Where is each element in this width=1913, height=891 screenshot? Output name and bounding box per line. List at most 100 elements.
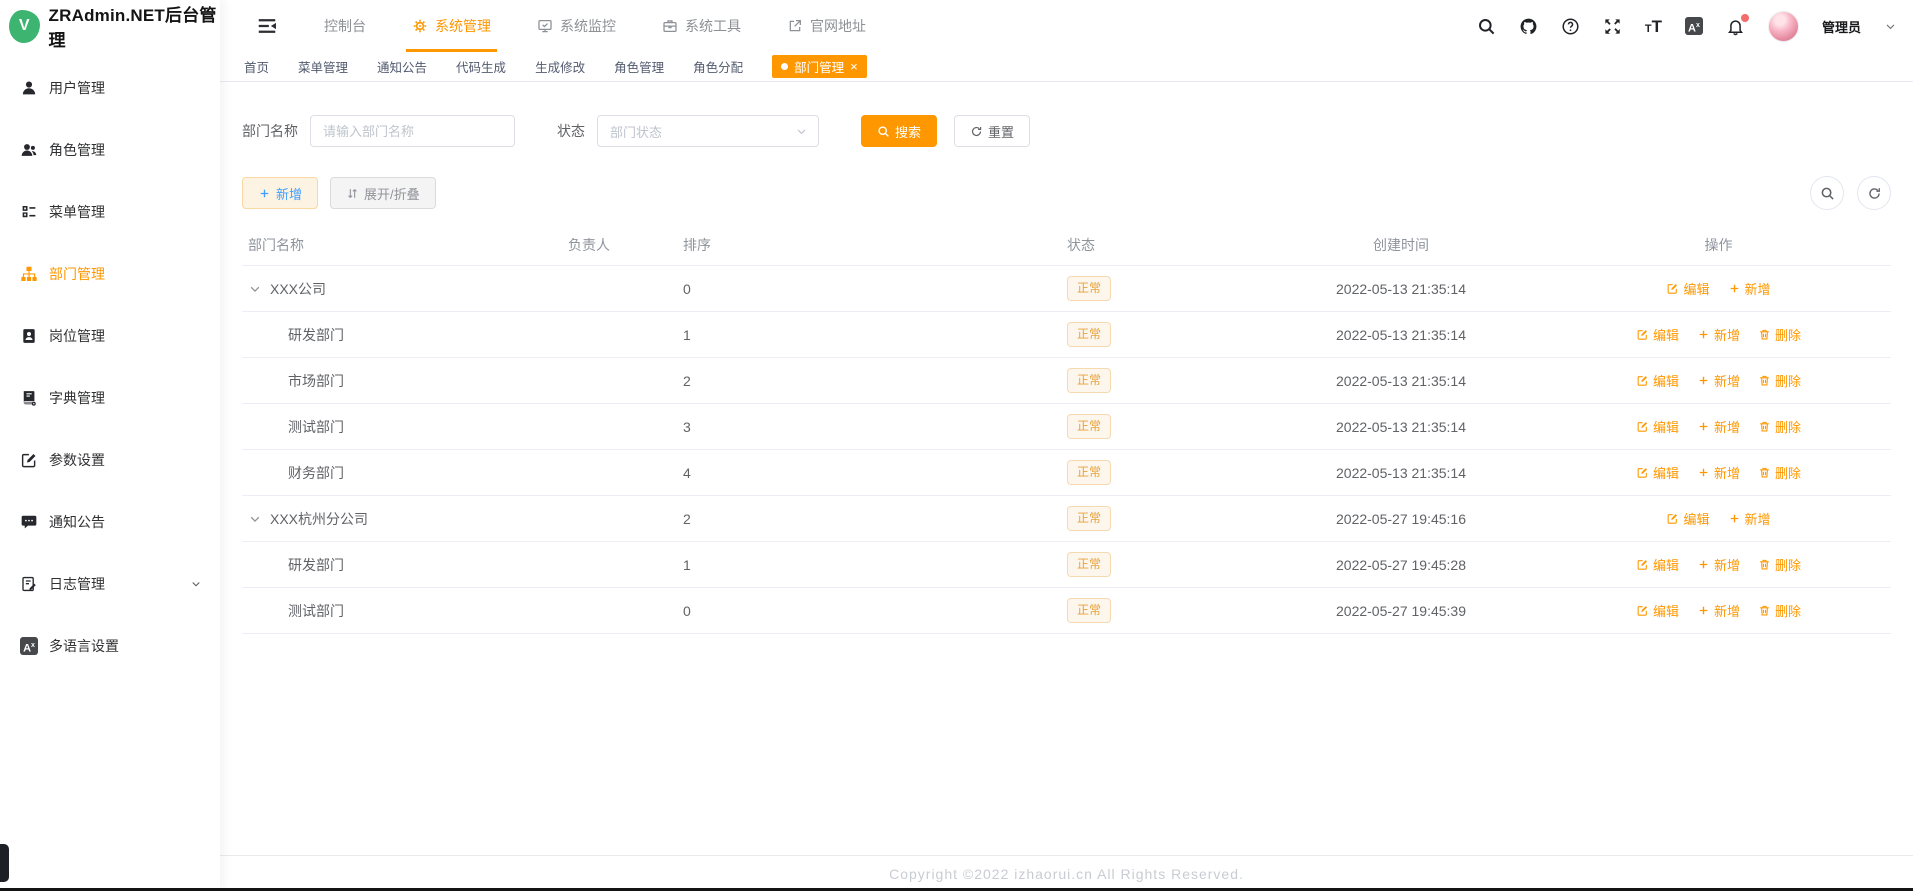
sidebar-item-9[interactable]: 日志管理 [0, 553, 220, 615]
github-icon[interactable] [1519, 17, 1538, 36]
status-label: 状态 [557, 123, 585, 139]
add-link[interactable]: 新增 [1697, 325, 1740, 344]
refresh-icon [1867, 186, 1882, 201]
tab-5[interactable]: 生成修改 [535, 57, 585, 76]
delete-link[interactable]: 删除 [1758, 601, 1801, 620]
topnav-item-5[interactable]: 官网地址 [787, 0, 866, 52]
created-cell: 2022-05-13 21:35:14 [1256, 465, 1546, 481]
sidebar-item-10[interactable]: Ax 多语言设置 [0, 615, 220, 677]
sort-value: 1 [683, 326, 691, 343]
close-icon[interactable]: × [850, 60, 858, 73]
sidebar-item-6[interactable]: 字典管理 [0, 367, 220, 429]
toolbox-icon [662, 18, 678, 34]
topnav-item-3[interactable]: 系统监控 [537, 0, 616, 52]
table-row: 研发部门 1 正常 2022-05-27 19:45:28 编辑 新增 删除 [242, 542, 1891, 588]
sidebar-item-4[interactable]: 部门管理 [0, 243, 220, 305]
search-button[interactable]: 搜索 [861, 115, 938, 147]
add-link-label: 新增 [1713, 558, 1740, 573]
edit-link[interactable]: 编辑 [1636, 417, 1679, 436]
topnav-item-4[interactable]: 系统工具 [662, 0, 741, 52]
user-name[interactable]: 管理员 [1822, 17, 1861, 36]
status-cell: 正常 [1061, 276, 1256, 301]
tab-6[interactable]: 角色管理 [614, 57, 664, 76]
monitor-icon [537, 18, 553, 34]
reset-button[interactable]: 重置 [954, 115, 1031, 147]
sidebar-item-1[interactable]: 用户管理 [0, 57, 220, 119]
sidebar-item-8[interactable]: 通知公告 [0, 491, 220, 553]
edit-link[interactable]: 编辑 [1636, 555, 1679, 574]
dept-name: XXX杭州分公司 [270, 510, 369, 527]
delete-link[interactable]: 删除 [1758, 325, 1801, 344]
dept-name-cell: 研发部门 [242, 325, 562, 345]
topnav-item-2[interactable]: 系统管理 [406, 0, 497, 52]
refresh-table-button[interactable] [1857, 176, 1891, 210]
sidebar-item-label: 多语言设置 [49, 638, 119, 654]
status-badge: 正常 [1067, 460, 1112, 485]
delete-link-label: 删除 [1775, 558, 1802, 573]
sidebar-item-2[interactable]: 角色管理 [0, 119, 220, 181]
sidebar-item-7[interactable]: 参数设置 [0, 429, 220, 491]
top-header: 控制台 系统管理 系统监控 系统工具 官网地址 TT Ax 管理员 [220, 0, 1913, 52]
add-link[interactable]: 新增 [1728, 509, 1771, 528]
page-content: 部门名称 状态 部门状态 搜索 重置 [220, 82, 1913, 855]
edit-link[interactable]: 编辑 [1666, 509, 1710, 528]
edit-link[interactable]: 编辑 [1636, 371, 1679, 390]
dept-name-input[interactable] [310, 115, 515, 147]
user-avatar[interactable] [1767, 10, 1799, 42]
topnav-item-1[interactable]: 控制台 [324, 0, 366, 52]
sidebar-item-label: 部门管理 [49, 266, 105, 282]
tab-1[interactable]: 首页 [244, 57, 269, 76]
dept-name: 研发部门 [288, 326, 344, 343]
sidebar-item-label: 参数设置 [49, 452, 105, 468]
edit-link[interactable]: 编辑 [1636, 601, 1679, 620]
tab-4[interactable]: 代码生成 [456, 57, 506, 76]
delete-link[interactable]: 删除 [1758, 555, 1801, 574]
expand-collapse-button[interactable]: 展开/折叠 [330, 177, 436, 209]
filter-form: 部门名称 状态 部门状态 搜索 重置 [242, 115, 1891, 147]
tab-2[interactable]: 菜单管理 [298, 57, 348, 76]
show-search-button[interactable] [1810, 176, 1844, 210]
tree-expand-icon[interactable] [248, 282, 262, 296]
notification-bell-icon[interactable] [1726, 13, 1749, 36]
status-select[interactable]: 部门状态 [597, 115, 819, 147]
help-icon[interactable] [1561, 17, 1580, 36]
edit-icon [1666, 282, 1679, 295]
sidebar-scrollbar-thumb[interactable] [0, 844, 9, 882]
search-icon[interactable] [1477, 17, 1496, 36]
add-link[interactable]: 新增 [1697, 601, 1740, 620]
tab-3[interactable]: 通知公告 [377, 57, 427, 76]
sidebar-item-5[interactable]: 岗位管理 [0, 305, 220, 367]
translate-icon[interactable]: Ax [1684, 16, 1703, 36]
search-icon [1820, 186, 1835, 201]
add-link[interactable]: 新增 [1728, 279, 1771, 298]
created-value: 2022-05-27 19:45:39 [1336, 602, 1466, 619]
tab-8[interactable]: 部门管理 × [772, 55, 867, 78]
edit-link[interactable]: 编辑 [1636, 463, 1679, 482]
column-header-label: 操作 [1704, 237, 1733, 253]
delete-link[interactable]: 删除 [1758, 417, 1801, 436]
delete-link[interactable]: 删除 [1758, 463, 1801, 482]
edit-icon [1636, 558, 1649, 571]
delete-link[interactable]: 删除 [1758, 371, 1801, 390]
user-menu-caret-icon[interactable] [1884, 20, 1897, 33]
trash-icon [1758, 466, 1771, 479]
font-size-icon[interactable]: TT [1645, 17, 1662, 36]
dept-name: 财务部门 [288, 464, 344, 481]
plus-icon [258, 187, 271, 200]
sidebar-item-3[interactable]: 菜单管理 [0, 181, 220, 243]
chevron-down-icon [190, 578, 202, 590]
sidebar-fold-icon[interactable] [256, 15, 278, 37]
tab-7[interactable]: 角色分配 [693, 57, 743, 76]
add-link[interactable]: 新增 [1697, 417, 1740, 436]
tree-expand-icon[interactable] [248, 512, 262, 526]
add-link[interactable]: 新增 [1697, 463, 1740, 482]
add-link-label: 新增 [1713, 466, 1740, 481]
add-link[interactable]: 新增 [1697, 555, 1740, 574]
add-department-button[interactable]: 新增 [242, 177, 319, 209]
app-logo[interactable]: V ZRAdmin.NET后台管理 [0, 0, 220, 52]
edit-link[interactable]: 编辑 [1666, 279, 1710, 298]
status-badge: 正常 [1067, 506, 1112, 531]
fullscreen-icon[interactable] [1603, 17, 1622, 36]
add-link[interactable]: 新增 [1697, 371, 1740, 390]
edit-link[interactable]: 编辑 [1636, 325, 1679, 344]
